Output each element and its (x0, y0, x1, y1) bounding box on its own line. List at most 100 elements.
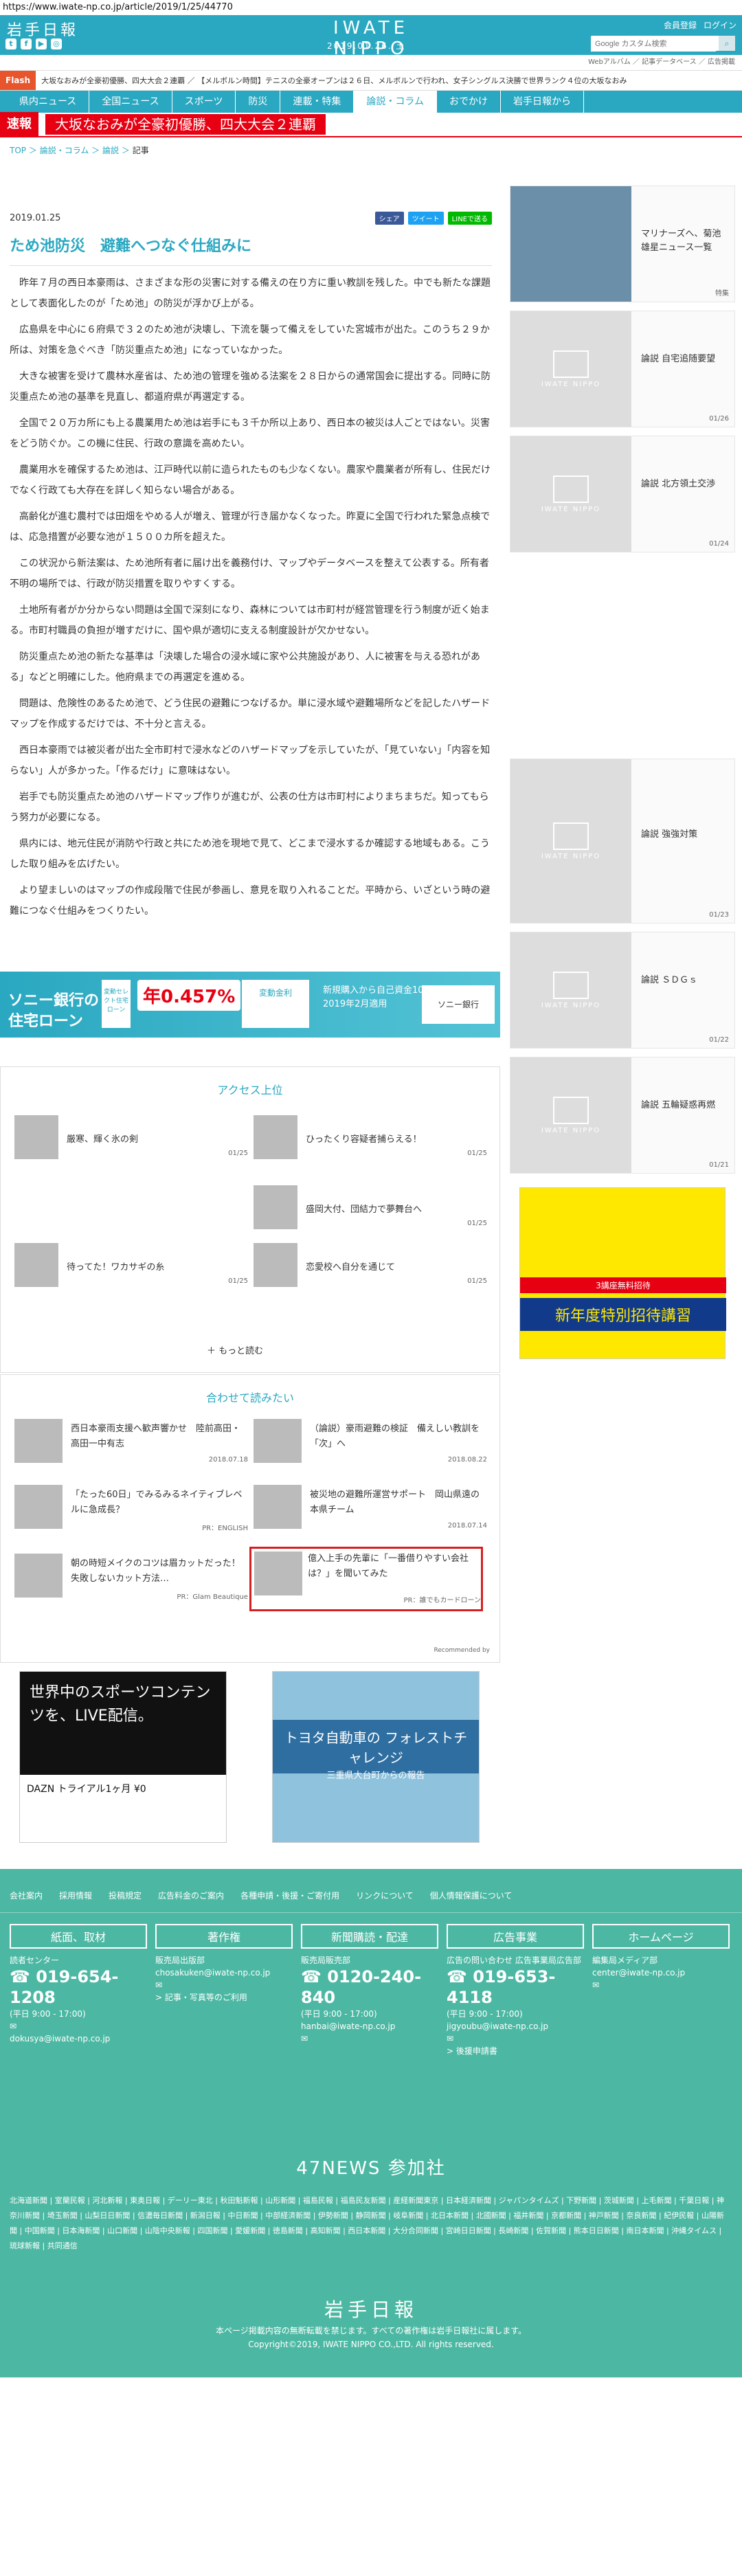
contact-extra-link[interactable]: > 記事・写真等のご利用 (155, 1991, 293, 2004)
more-label: もっと読む (218, 1346, 264, 1356)
footer-link[interactable]: 個人情報保護について (430, 1890, 513, 1901)
rank-item[interactable]: ひったくり容疑者捕らえる！ 01/25 (254, 1115, 487, 1163)
member-links: 会員登録 ログイン (664, 19, 737, 31)
more-link[interactable]: ＋ もっと読む (207, 1343, 263, 1356)
sony-bank-ad[interactable]: ソニー銀行の 住宅ローン 変動セレクト住宅ローン 年0.457% 変動金利 新規… (0, 972, 500, 1038)
search-input[interactable] (591, 36, 716, 52)
brand-name: IWATE NIPPO (333, 18, 409, 59)
thumbnail (254, 1419, 302, 1463)
login-link[interactable]: ログイン (704, 19, 737, 31)
breaking-tag: 速報 (0, 112, 38, 137)
facebook-icon[interactable]: f (21, 38, 32, 49)
contact-extra-link[interactable]: > 後援申請書 (447, 2045, 584, 2057)
contact-mail[interactable]: chosakuken@iwate-np.co.jp (155, 1967, 293, 1979)
nav-item[interactable]: 県内ニュース (7, 91, 90, 113)
sidebar-item[interactable]: IWATE NIPPO 論説 ＳＤＧｓ 01/22 (510, 932, 735, 1049)
nav-item[interactable]: 岩手日報から (501, 91, 584, 113)
flash-news[interactable]: 大坂なおみが全豪初優勝、四大大会２連覇 ／ 【メルボルン時間】テニスの全豪オープ… (41, 75, 627, 86)
contact-label: 販売局出版部 (155, 1956, 205, 1965)
related-text: （論説）豪雨避難の検証 備えしい教訓を「次」へ (310, 1424, 480, 1449)
contact-mail[interactable]: hanbai@iwate-np.co.jp (301, 2020, 438, 2032)
toyota-ad[interactable]: トヨタ自動車の フォレストチャレンジ 三重県大台町からの報告 (272, 1671, 480, 1843)
article-paragraph: 高齢化が進む農村では田畑をやめる人が増え、管理が行き届かなくなった。昨夏に全国で… (10, 511, 491, 543)
thumbnail (254, 1185, 297, 1229)
breadcrumb-category[interactable]: 論説・コラム (40, 146, 89, 155)
contact-label: 編集局メディア部 (592, 1956, 658, 1965)
ad-rate: 年0.457% (137, 980, 241, 1011)
phone-icon: ☎ (447, 1967, 467, 1986)
47news-papers[interactable]: 北海道新聞 | 室蘭民報 | 河北新報 | 東奥日報 | デーリー東北 | 秋田… (10, 2193, 731, 2254)
sidebar-text: 論説 自宅追随要望 (641, 354, 716, 364)
footer-link[interactable]: 採用情報 (59, 1890, 92, 1901)
phone-number[interactable]: ☎ 019-653-4118 (447, 1967, 584, 2008)
related-item[interactable]: 朝の時短メイクのコツは眉カットだった！失敗しないカット方法… PR：Glam Be… (14, 1554, 248, 1609)
sidebar-item[interactable]: IWATE NIPPO 論説 強強対策 01/23 (510, 759, 735, 923)
main-column: 2019.01.25 シェア ツイート LINEで送る ため池防災 避難へつなぐ… (0, 205, 502, 927)
sidebar-item[interactable]: IWATE NIPPO 論説 自宅追随要望 01/26 (510, 311, 735, 427)
article-body: 昨年７月の西日本豪雨は、さまざまな形の災害に対する備えの在り方に重い教訓を残した… (10, 273, 492, 921)
sidebar-date: 01/24 (709, 540, 729, 548)
related-item[interactable]: （論説）豪雨避難の検証 備えしい教訓を「次」へ 2018.08.22 (254, 1419, 487, 1474)
breaking-headline[interactable]: 大坂なおみが全豪初優勝、四大大会２連覇 (45, 114, 326, 135)
footer-contacts: 紙面、取材 読者センター ☎ 019-654-1208 (平日 9:00 - 1… (0, 1913, 742, 2068)
footer-notice: 本ページ掲載内容の無断転載を禁じます。すべての著作権は岩手日報社に属します。 (215, 2326, 527, 2336)
contact-column: 著作権 販売局出版部 chosakuken@iwate-np.co.jp ✉ >… (155, 1924, 293, 2057)
contact-mail[interactable]: center@iwate-np.co.jp (592, 1967, 730, 1979)
nav-item[interactable]: スポーツ (172, 91, 236, 113)
rank-date: 01/25 (228, 1150, 248, 1157)
flash-ticker: Flash 大坂なおみが全豪初優勝、四大大会２連覇 ／ 【メルボルン時間】テニス… (0, 70, 742, 91)
line-share-button[interactable]: LINEで送る (447, 211, 492, 225)
contact-mail[interactable]: dokusya@iwate-np.co.jp (10, 2032, 147, 2045)
rank-item[interactable]: 待ってた！ワカサギの糸 01/25 (14, 1243, 248, 1291)
related-item[interactable]: 西日本豪雨支援へ歓声響かせ 陸前高田・高田一中有志 2018.07.18 (14, 1419, 248, 1474)
article-title: ため池防災 避難へつなぐ仕組みに (10, 234, 492, 266)
nav-item[interactable]: 連載・特集 (280, 91, 355, 113)
dazn-ad[interactable]: 世界中のスポーツコンテンツを、LIVE配信。 DAZN トライアル1ヶ月 ¥0 (19, 1671, 227, 1843)
sidebar-item[interactable]: マリナーズへ、菊池雄星ニュース一覧 特集 (510, 186, 735, 302)
register-link[interactable]: 会員登録 (664, 19, 697, 31)
breadcrumb-sub[interactable]: 論説 (102, 146, 119, 155)
article-paragraph: 昨年７月の西日本豪雨は、さまざまな形の災害に対する備えの在り方に重い教訓を残した… (10, 278, 491, 309)
instagram-icon[interactable]: ◎ (51, 38, 62, 49)
nav-item[interactable]: 防災 (236, 91, 281, 113)
facebook-share-button[interactable]: シェア (374, 211, 404, 225)
phone-number[interactable]: ☎ 019-654-1208 (10, 1967, 147, 2008)
sidebar-item[interactable]: IWATE NIPPO 論説 北方領土交渉 01/24 (510, 436, 735, 552)
sidebar-text: 論説 強強対策 (641, 829, 698, 840)
footer-link[interactable]: 各種申請・後援・ご寄付用 (240, 1890, 339, 1901)
contact-mail[interactable]: jigyoubu@iwate-np.co.jp (447, 2020, 584, 2032)
contact-head: 新聞購読・配達 (301, 1924, 438, 1949)
nav-item-active[interactable]: 論説・コラム (354, 91, 437, 113)
nav-item[interactable]: 全国ニュース (89, 91, 172, 113)
related-item-highlighted[interactable]: 億入上手の先輩に「一番借りやすい会社は？」を聞いてみた PR：誰でもカードローン (249, 1547, 483, 1611)
related-item[interactable]: 被災地の避難所運営サポート 岡山県遠の本県チーム 2018.07.14 (254, 1485, 487, 1540)
related-item[interactable]: 「たった60日」でみるみるネイティブレベルに急成長？ PR：ENGLISH (14, 1485, 248, 1540)
tweet-button[interactable]: ツイート (407, 211, 444, 225)
article-paragraph: 県内には、地元住民が消防や行政と共にため池を現地で見て、どこまで浸水するか確認す… (10, 838, 490, 870)
article-date: 2019.01.25 (10, 212, 61, 223)
ad-sub: DAZN トライアル1ヶ月 ¥0 (27, 1784, 146, 1795)
footer-link[interactable]: 会社案内 (10, 1890, 43, 1901)
footer-link[interactable]: 投稿規定 (109, 1890, 142, 1901)
url-bar[interactable]: https://www.iwate-np.co.jp/article/2019/… (0, 0, 742, 15)
nav-item[interactable]: おでかけ (437, 91, 501, 113)
search-icon[interactable]: ⌕ (719, 36, 735, 51)
share-buttons: シェア ツイート LINEで送る (374, 211, 492, 225)
phone-number[interactable]: ☎ 0120-240-840 (301, 1967, 438, 2008)
sidebar-item[interactable]: IWATE NIPPO 論説 五輪疑惑再燃 01/21 (510, 1057, 735, 1174)
contact-column: 新聞購読・配達 販売局販売部 ☎ 0120-240-840 (平日 9:00 -… (301, 1924, 438, 2057)
site-logo[interactable]: 岩手日報 (7, 18, 78, 40)
rank-item[interactable]: 厳寒、輝く氷の剣 01/25 (14, 1115, 248, 1163)
rank-item[interactable]: 盛岡大付、団結力で夢舞台へ 01/25 (254, 1185, 487, 1233)
school-ad[interactable]: 3講座無料招待 新年度特別招待講習 (519, 1187, 726, 1359)
youtube-icon[interactable]: ▶ (36, 38, 47, 49)
rank-item[interactable]: 恋愛校へ自分を通じて 01/25 (254, 1243, 487, 1291)
thumbnail (14, 1419, 63, 1463)
ad-title: トヨタ自動車の フォレストチャレンジ (273, 1720, 479, 1773)
plus-icon: ＋ (207, 1346, 216, 1356)
breadcrumb-top[interactable]: TOP (10, 146, 26, 155)
footer-link[interactable]: 広告料金のご案内 (158, 1890, 224, 1901)
footer-link[interactable]: リンクについて (356, 1890, 414, 1901)
twitter-icon[interactable]: t (5, 38, 16, 49)
ad-sub: 3講座無料招待 (520, 1277, 726, 1293)
